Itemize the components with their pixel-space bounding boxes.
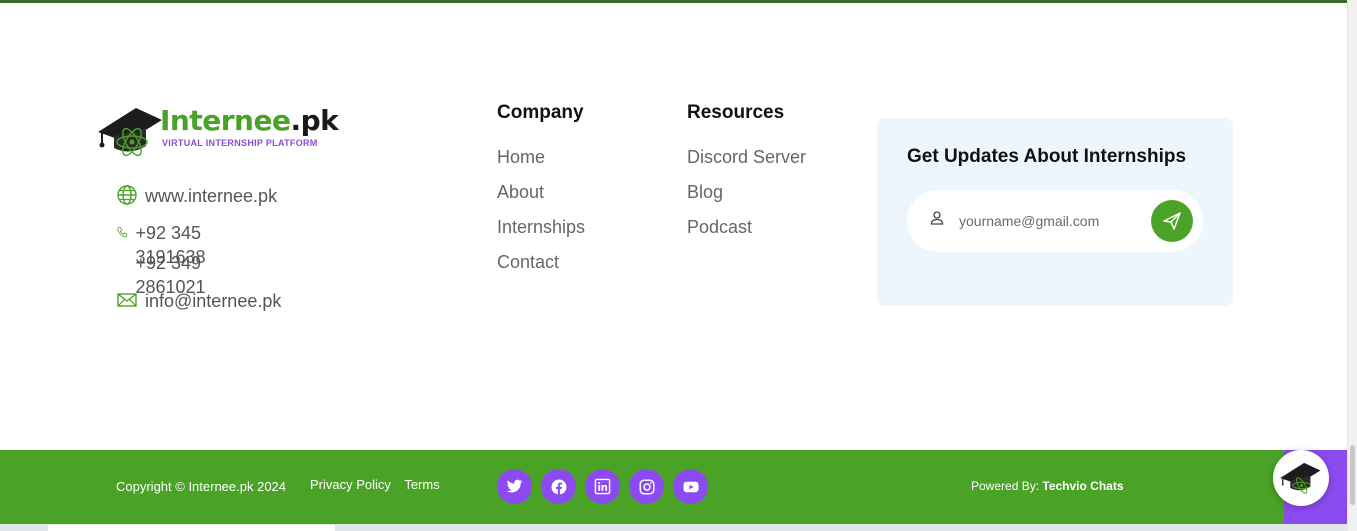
privacy-policy-link[interactable]: Privacy Policy [310,477,391,492]
brand-name: Internee.pk [160,104,339,137]
footer-link-blog[interactable]: Blog [687,181,806,216]
terms-link[interactable]: Terms [404,477,439,492]
brand-logo[interactable]: Internee.pk VIRTUAL INTERNSHIP PLATFORM [96,102,339,162]
newsletter-panel: Get Updates About Internships [877,118,1233,306]
website-row: www.internee.pk [116,184,277,214]
send-icon [1163,212,1181,230]
subscribe-button[interactable] [1151,200,1193,242]
twitter-icon [506,479,523,493]
instagram-icon [639,479,654,494]
email-subscribe-input[interactable] [957,208,1146,234]
twitter-button[interactable] [497,469,532,504]
footer-link-contact[interactable]: Contact [497,251,585,286]
vertical-scrollbar[interactable] [1347,0,1357,531]
chat-widget-button[interactable] [1273,450,1329,506]
footer-link-podcast[interactable]: Podcast [687,216,806,251]
phone-icon [117,227,128,238]
newsletter-form [907,190,1203,252]
resources-column: Resources Discord Server Blog Podcast [687,102,806,251]
facebook-button[interactable] [541,469,576,504]
powered-by-link[interactable]: Techvio Chats [1042,479,1123,493]
phone-row: +92 345 3191638 +92 349 2861021 [116,221,215,297]
copyright-text: Copyright © Internee.pk 2024 [116,479,287,494]
social-links [497,469,708,504]
horizontal-scrollbar[interactable] [0,524,1348,531]
facebook-icon [551,479,566,494]
legal-links: Privacy Policy Terms [310,477,450,492]
brand-tagline: VIRTUAL INTERNSHIP PLATFORM [162,138,318,148]
footer-link-home[interactable]: Home [497,146,585,181]
footer-bar: Copyright © Internee.pk 2024 Privacy Pol… [0,450,1348,524]
footer-link-internships[interactable]: Internships [497,216,585,251]
resources-heading: Resources [687,102,785,123]
phone-number-1[interactable]: +92 345 3191638 [135,221,215,267]
top-divider-strip [0,0,1357,3]
email-link[interactable]: info@internee.pk [145,289,281,319]
footer-link-discord-server[interactable]: Discord Server [687,146,806,181]
graduation-cap-logo-icon [98,108,162,157]
powered-by: Powered By: Techvio Chats [971,479,1124,493]
footer-link-about[interactable]: About [497,181,585,216]
linkedin-icon [594,478,611,495]
globe-icon [117,185,137,205]
youtube-icon [683,481,698,492]
company-heading: Company [497,102,584,123]
newsletter-heading: Get Updates About Internships [907,146,1187,167]
instagram-button[interactable] [629,469,664,504]
mail-icon [117,293,137,307]
user-icon [930,211,944,225]
scrollbar-thumb[interactable] [1350,445,1355,505]
email-row: info@internee.pk [116,289,281,319]
horizontal-scrollbar-thumb[interactable] [48,525,335,531]
youtube-button[interactable] [673,469,708,504]
website-link[interactable]: www.internee.pk [145,184,277,214]
graduation-cap-icon [1280,462,1321,494]
company-column: Company Home About Internships Contact [497,102,585,286]
linkedin-button[interactable] [585,469,620,504]
